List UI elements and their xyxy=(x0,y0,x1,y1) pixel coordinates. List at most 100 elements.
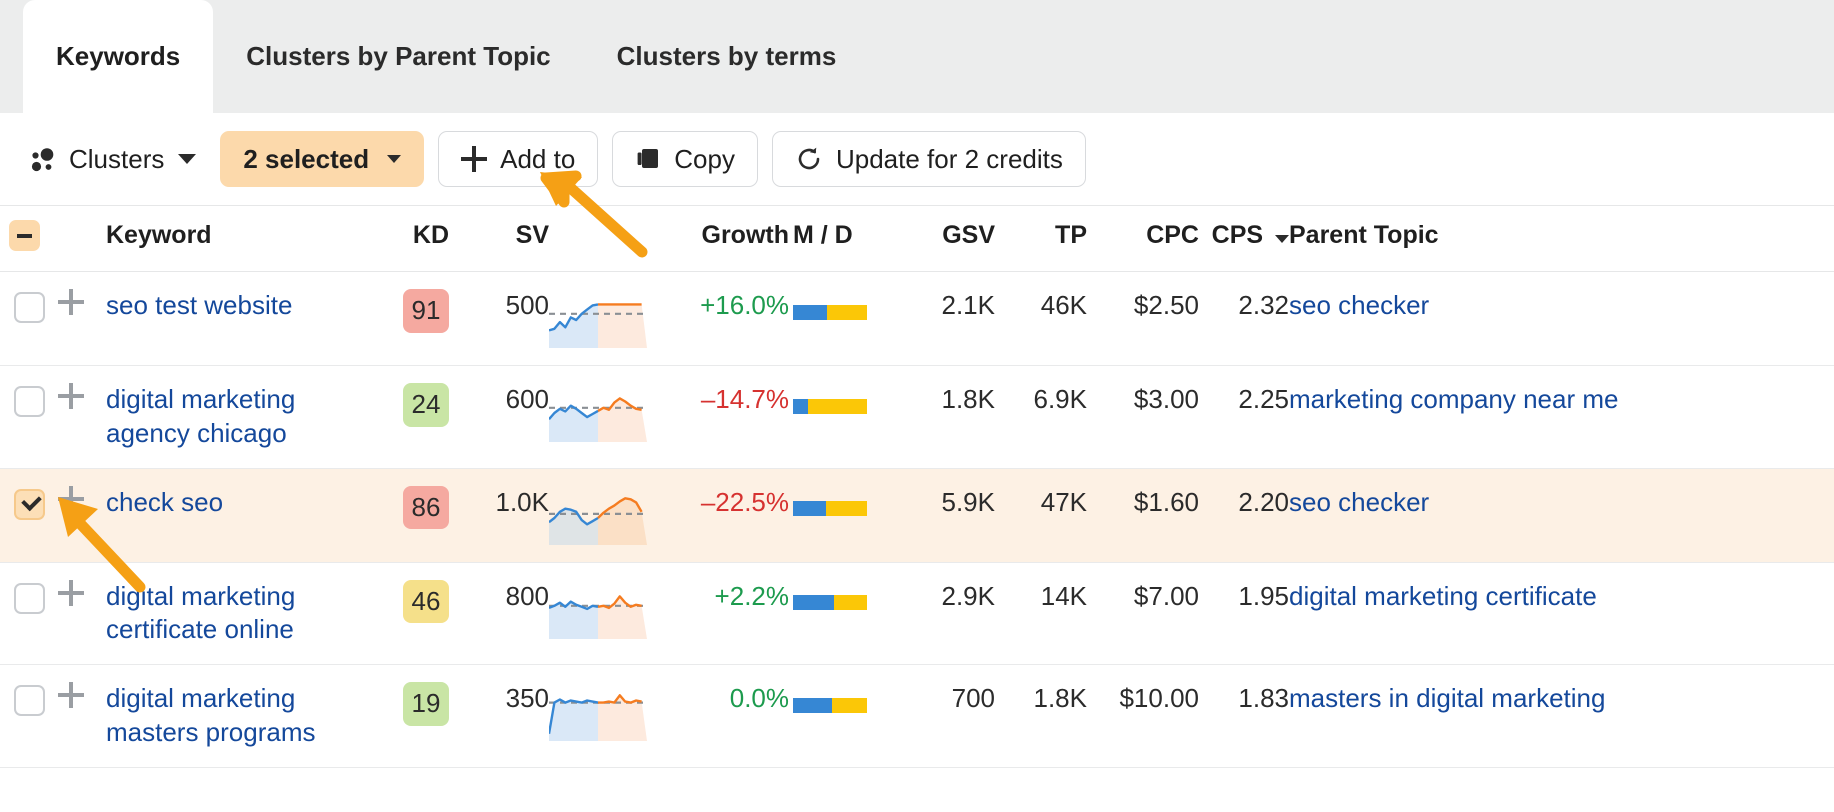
parent-topic-link[interactable]: masters in digital marketing xyxy=(1289,683,1605,713)
kd-cell: 19 xyxy=(371,665,449,768)
table-row[interactable]: digital marketing agency chicago 24 600 … xyxy=(0,366,1834,469)
row-checkbox[interactable] xyxy=(14,292,45,323)
tab-clusters-by-parent-topic[interactable]: Clusters by Parent Topic xyxy=(213,0,583,113)
header-keyword[interactable]: Keyword xyxy=(106,206,371,272)
keyword-cell[interactable]: digital marketing certificate online xyxy=(106,562,371,665)
parent-topic-cell[interactable]: marketing company near me xyxy=(1289,366,1834,469)
cpc-cell: $10.00 xyxy=(1087,665,1199,768)
header-growth[interactable]: Growth xyxy=(677,206,789,272)
mobile-desktop-bar xyxy=(793,501,867,516)
row-checkbox[interactable] xyxy=(14,685,45,716)
gsv-cell: 700 xyxy=(899,665,995,768)
keyword-cell[interactable]: digital marketing masters programs xyxy=(106,665,371,768)
keywords-panel: Clusters 2 selected Add to Copy Update f… xyxy=(0,113,1834,812)
md-cell xyxy=(789,366,899,469)
tab-keywords[interactable]: Keywords xyxy=(23,0,213,113)
spark-cell[interactable] xyxy=(549,272,677,366)
row-checkbox[interactable] xyxy=(14,386,45,417)
spark-cell[interactable] xyxy=(549,468,677,562)
parent-topic-cell[interactable]: seo checker xyxy=(1289,272,1834,366)
growth-cell: 0.0% xyxy=(677,665,789,768)
table-row[interactable]: seo test website 91 500 +16.0% 2.1K 46K … xyxy=(0,272,1834,366)
parent-topic-link[interactable]: seo checker xyxy=(1289,290,1429,320)
tab-clusters-by-terms-label: Clusters by terms xyxy=(617,41,837,72)
parent-topic-cell[interactable]: seo checker xyxy=(1289,468,1834,562)
keyword-link[interactable]: seo test website xyxy=(106,290,292,320)
header-kd[interactable]: KD xyxy=(371,206,449,272)
parent-topic-cell[interactable]: masters in digital marketing xyxy=(1289,665,1834,768)
copy-icon xyxy=(635,146,661,172)
keyword-link[interactable]: check seo xyxy=(106,487,223,517)
selection-dropdown[interactable]: 2 selected xyxy=(220,131,424,187)
keyword-cell[interactable]: seo test website xyxy=(106,272,371,366)
sv-cell: 600 xyxy=(449,366,549,469)
row-select-cell[interactable] xyxy=(0,366,58,469)
header-tp[interactable]: TP xyxy=(995,206,1087,272)
plus-icon xyxy=(461,146,487,172)
parent-topic-cell[interactable]: digital marketing certificate xyxy=(1289,562,1834,665)
table-header-row: Keyword KD SV Growth M / D GSV xyxy=(0,206,1834,272)
row-expand-cell[interactable] xyxy=(58,562,106,665)
update-credits-button[interactable]: Update for 2 credits xyxy=(772,131,1086,187)
md-cell xyxy=(789,562,899,665)
kd-badge: 86 xyxy=(403,486,449,530)
row-expand-cell[interactable] xyxy=(58,366,106,469)
growth-cell: +16.0% xyxy=(677,272,789,366)
table-toolbar: Clusters 2 selected Add to Copy Update f… xyxy=(0,113,1834,205)
keyword-link[interactable]: digital marketing masters programs xyxy=(106,683,316,747)
gsv-cell: 1.8K xyxy=(899,366,995,469)
header-gsv[interactable]: GSV xyxy=(899,206,995,272)
tp-cell: 6.9K xyxy=(995,366,1087,469)
header-select-all[interactable] xyxy=(0,206,58,272)
header-gsv-label: GSV xyxy=(942,221,995,249)
table-row[interactable]: digital marketing masters programs 19 35… xyxy=(0,665,1834,768)
header-parent-topic-label: Parent Topic xyxy=(1289,221,1439,249)
row-expand-cell[interactable] xyxy=(58,468,106,562)
keyword-cell[interactable]: digital marketing agency chicago xyxy=(106,366,371,469)
header-tp-label: TP xyxy=(1055,221,1087,249)
keyword-link[interactable]: digital marketing certificate online xyxy=(106,581,295,645)
spark-cell[interactable] xyxy=(549,665,677,768)
row-select-cell[interactable] xyxy=(0,272,58,366)
row-select-cell[interactable] xyxy=(0,468,58,562)
header-cpc-label: CPC xyxy=(1146,221,1199,249)
row-checkbox[interactable] xyxy=(14,583,45,614)
copy-button[interactable]: Copy xyxy=(612,131,758,187)
header-cpc[interactable]: CPC xyxy=(1087,206,1199,272)
table-row[interactable]: check seo 86 1.0K –22.5% 5.9K 47K $1.60 … xyxy=(0,468,1834,562)
parent-topic-link[interactable]: digital marketing certificate xyxy=(1289,581,1597,611)
spark-cell[interactable] xyxy=(549,562,677,665)
header-cps[interactable]: CPS xyxy=(1199,206,1289,272)
cpc-cell: $2.50 xyxy=(1087,272,1199,366)
tp-cell: 14K xyxy=(995,562,1087,665)
growth-cell: –14.7% xyxy=(677,366,789,469)
row-select-cell[interactable] xyxy=(0,665,58,768)
add-to-button[interactable]: Add to xyxy=(438,131,598,187)
kd-cell: 86 xyxy=(371,468,449,562)
sv-cell: 1.0K xyxy=(449,468,549,562)
sparkline-chart xyxy=(549,489,647,545)
row-select-cell[interactable] xyxy=(0,562,58,665)
spark-cell[interactable] xyxy=(549,366,677,469)
parent-topic-link[interactable]: seo checker xyxy=(1289,487,1429,517)
tp-cell: 1.8K xyxy=(995,665,1087,768)
growth-value: –22.5% xyxy=(701,487,789,517)
cps-cell: 2.20 xyxy=(1199,468,1289,562)
keyword-cell[interactable]: check seo xyxy=(106,468,371,562)
add-to-label: Add to xyxy=(500,144,575,175)
row-expand-cell[interactable] xyxy=(58,272,106,366)
row-checkbox[interactable] xyxy=(14,489,45,520)
header-kd-label: KD xyxy=(413,221,449,249)
header-md[interactable]: M / D xyxy=(789,206,899,272)
row-expand-cell[interactable] xyxy=(58,665,106,768)
clusters-dropdown[interactable]: Clusters xyxy=(23,136,206,183)
parent-topic-link[interactable]: marketing company near me xyxy=(1289,384,1618,414)
header-sv[interactable]: SV xyxy=(449,206,549,272)
mobile-desktop-bar xyxy=(793,698,867,713)
tab-clusters-by-terms[interactable]: Clusters by terms xyxy=(584,0,870,113)
kd-badge: 24 xyxy=(403,383,449,427)
table-row[interactable]: digital marketing certificate online 46 … xyxy=(0,562,1834,665)
header-parent-topic[interactable]: Parent Topic xyxy=(1289,206,1834,272)
select-all-checkbox[interactable] xyxy=(9,220,40,251)
keyword-link[interactable]: digital marketing agency chicago xyxy=(106,384,295,448)
